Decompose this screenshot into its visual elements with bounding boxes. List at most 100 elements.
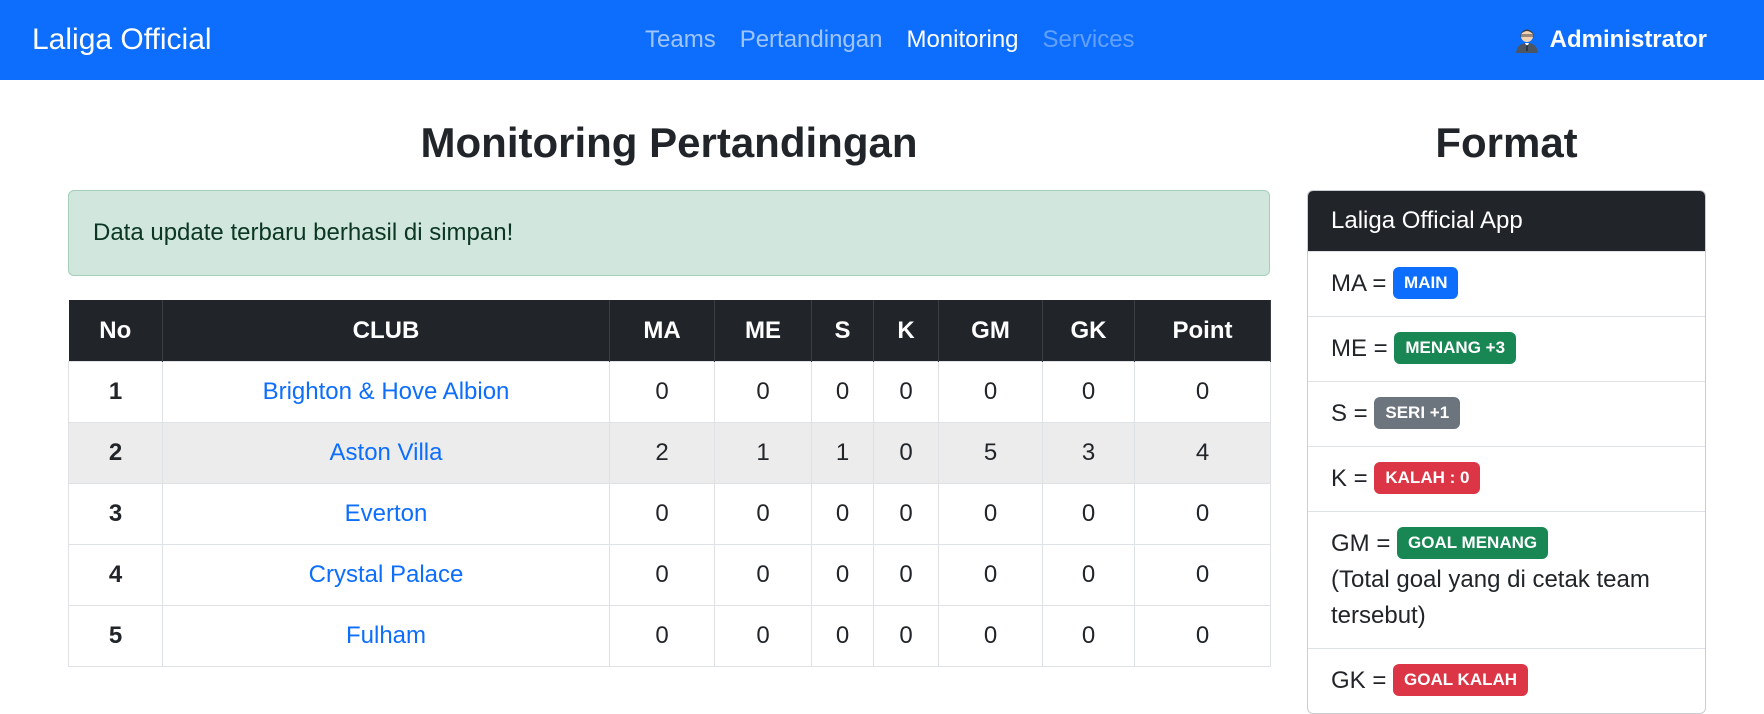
format-key: GK = [1331, 667, 1387, 694]
cell-point: 4 [1134, 422, 1271, 484]
cell-me: 0 [714, 483, 812, 545]
cell-no: 3 [68, 483, 163, 545]
cell-point: 0 [1134, 544, 1271, 606]
cell-gm: 0 [938, 483, 1043, 545]
cell-club: Crystal Palace [162, 544, 610, 606]
header-gm: GM [938, 300, 1043, 362]
cell-no: 5 [68, 605, 163, 667]
cell-gk: 0 [1042, 361, 1135, 423]
cell-club: Brighton & Hove Albion [162, 361, 610, 423]
cell-gm: 0 [938, 544, 1043, 606]
header-s: S [811, 300, 874, 362]
table-header-row: No CLUB MA ME S K GM GK Point [68, 300, 1271, 362]
sidebar-title: Format [1435, 119, 1578, 166]
format-key: MA = [1331, 270, 1387, 297]
header-gk: GK [1042, 300, 1135, 362]
cell-no: 1 [68, 361, 163, 423]
nav-links: Teams Pertandingan Monitoring Services [633, 0, 1147, 80]
cell-no: 4 [68, 544, 163, 606]
cell-k: 0 [873, 422, 939, 484]
cell-k: 0 [873, 361, 939, 423]
cell-club: Everton [162, 483, 610, 545]
header-point: Point [1134, 300, 1271, 362]
format-item-gk: GK = GOAL KALAH [1308, 648, 1705, 713]
cell-point: 0 [1134, 361, 1271, 423]
club-link[interactable]: Aston Villa [330, 439, 443, 466]
card-header: Laliga Official App [1308, 191, 1705, 251]
club-link[interactable]: Fulham [346, 622, 426, 649]
standings-table: No CLUB MA ME S K GM GK Point 1 Brighton… [68, 300, 1271, 667]
cell-k: 0 [873, 483, 939, 545]
cell-me: 1 [714, 422, 812, 484]
table-row: 5 Fulham 0 0 0 0 0 0 0 [68, 605, 1271, 667]
cell-ma: 2 [609, 422, 715, 484]
cell-me: 0 [714, 544, 812, 606]
format-card: Laliga Official App MA = MAIN ME = MENAN… [1307, 190, 1706, 714]
format-item-gm: GM = GOAL MENANG (Total goal yang di cet… [1308, 511, 1705, 648]
nav-link-teams[interactable]: Teams [633, 0, 728, 80]
format-key: ME = [1331, 335, 1388, 362]
format-note: (Total goal yang di cetak team tersebut) [1331, 566, 1650, 629]
table-row: 3 Everton 0 0 0 0 0 0 0 [68, 483, 1271, 545]
table-row: 4 Crystal Palace 0 0 0 0 0 0 0 [68, 544, 1271, 606]
cell-me: 0 [714, 361, 812, 423]
table-row: 2 Aston Villa 2 1 1 0 5 3 4 [68, 422, 1271, 484]
club-link[interactable]: Brighton & Hove Albion [263, 378, 510, 405]
badge-main: MAIN [1393, 266, 1459, 299]
cell-gk: 0 [1042, 605, 1135, 667]
table-row: 1 Brighton & Hove Albion 0 0 0 0 0 0 0 [68, 361, 1271, 423]
nav-link-services: Services [1042, 26, 1135, 53]
success-alert: Data update terbaru berhasil di simpan! [68, 190, 1270, 276]
cell-k: 0 [873, 605, 939, 667]
format-item-s: S = SERI +1 [1308, 381, 1705, 446]
cell-point: 0 [1134, 605, 1271, 667]
top-navbar: Laliga Official Teams Pertandingan Monit… [0, 0, 1764, 80]
cell-gk: 0 [1042, 483, 1135, 545]
cell-s: 0 [811, 361, 874, 423]
user-menu[interactable]: Administrator [1514, 0, 1707, 80]
badge-goal-kalah: GOAL KALAH [1393, 663, 1529, 696]
cell-s: 0 [811, 605, 874, 667]
nav-link-monitoring[interactable]: Monitoring [894, 0, 1030, 80]
cell-s: 0 [811, 544, 874, 606]
badge-seri: SERI +1 [1374, 396, 1461, 429]
page-title: Monitoring Pertandingan [420, 119, 918, 166]
badge-goal-menang: GOAL MENANG [1397, 526, 1549, 559]
nav-link-pertandingan[interactable]: Pertandingan [728, 0, 895, 80]
cell-gm: 0 [938, 361, 1043, 423]
format-item-k: K = KALAH : 0 [1308, 446, 1705, 511]
cell-ma: 0 [609, 361, 715, 423]
cell-me: 0 [714, 605, 812, 667]
cell-club: Fulham [162, 605, 610, 667]
header-me: ME [714, 300, 812, 362]
brand-logo[interactable]: Laliga Official [32, 0, 212, 80]
cell-ma: 0 [609, 544, 715, 606]
club-link[interactable]: Everton [345, 500, 428, 527]
cell-ma: 0 [609, 483, 715, 545]
cell-no: 2 [68, 422, 163, 484]
cell-gk: 0 [1042, 544, 1135, 606]
cell-gk: 3 [1042, 422, 1135, 484]
cell-s: 1 [811, 422, 874, 484]
user-name: Administrator [1549, 26, 1707, 53]
cell-gm: 5 [938, 422, 1043, 484]
cell-club: Aston Villa [162, 422, 610, 484]
header-club: CLUB [162, 300, 610, 362]
cell-k: 0 [873, 544, 939, 606]
format-key: GM = [1331, 530, 1391, 557]
format-item-ma: MA = MAIN [1308, 251, 1705, 316]
club-link[interactable]: Crystal Palace [309, 561, 464, 588]
cell-ma: 0 [609, 605, 715, 667]
header-ma: MA [609, 300, 715, 362]
header-no: No [68, 300, 163, 362]
format-key: K = [1331, 465, 1368, 492]
header-k: K [873, 300, 939, 362]
user-avatar-icon [1515, 29, 1538, 53]
badge-kalah: KALAH : 0 [1374, 461, 1481, 494]
badge-menang: MENANG +3 [1394, 331, 1517, 364]
cell-gm: 0 [938, 605, 1043, 667]
format-key: S = [1331, 400, 1368, 427]
format-item-me: ME = MENANG +3 [1308, 316, 1705, 381]
cell-point: 0 [1134, 483, 1271, 545]
cell-s: 0 [811, 483, 874, 545]
